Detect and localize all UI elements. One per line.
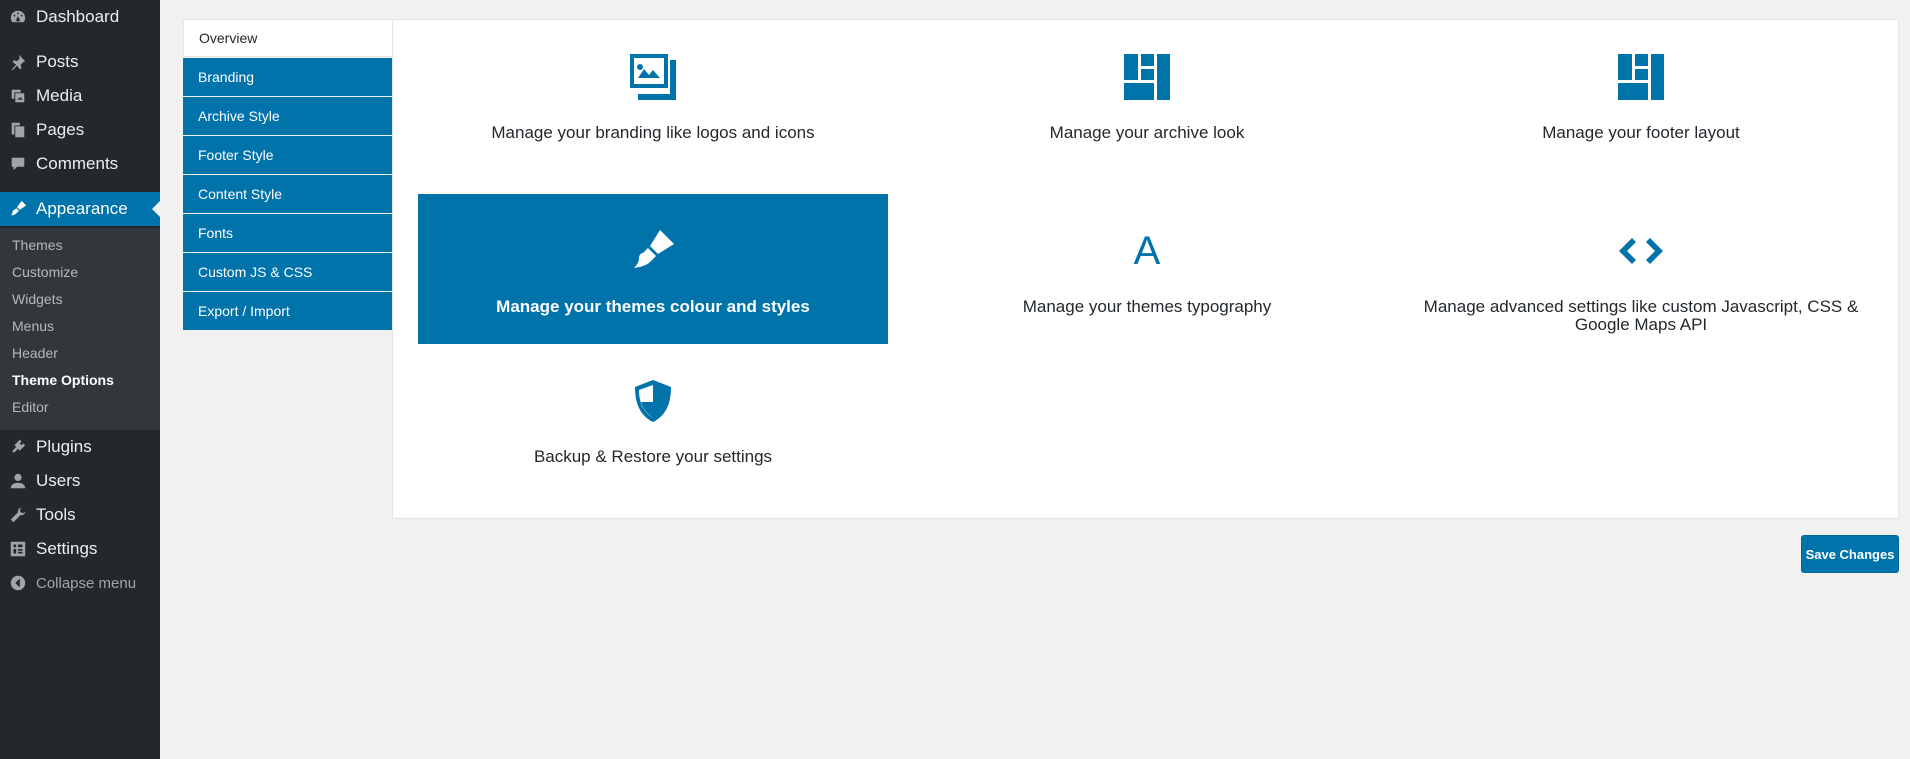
card-label: Manage your branding like logos and icon… [491, 123, 815, 142]
tab-archive-style[interactable]: Archive Style [183, 97, 392, 135]
submenu-item-header[interactable]: Header [12, 342, 58, 364]
sidebar-item-dashboard[interactable]: Dashboard [0, 0, 160, 34]
sidebar-item-settings[interactable]: Settings [0, 532, 160, 566]
wrench-icon [8, 505, 28, 525]
submenu-item-theme-options[interactable]: Theme Options [12, 369, 114, 391]
sidebar-item-label: Dashboard [36, 7, 120, 26]
sidebar-item-tools[interactable]: Tools [0, 498, 160, 532]
collapse-menu-button[interactable]: Collapse menu [0, 566, 160, 600]
sidebar-item-label: Posts [36, 52, 79, 71]
card-label: Backup & Restore your settings [533, 447, 773, 466]
sidebar-item-label: Comments [36, 154, 119, 173]
sidebar-item-label: Media [36, 86, 83, 105]
card-branding[interactable]: Manage your branding like logos and icon… [418, 20, 888, 170]
sidebar-item-appearance[interactable]: Appearance [0, 192, 160, 226]
card-label: Manage your archive look [1049, 123, 1245, 142]
layout-icon [1616, 52, 1666, 102]
tab-custom-js-css[interactable]: Custom JS & CSS [183, 253, 392, 291]
overview-panel: Manage your branding like logos and icon… [392, 19, 1899, 519]
tab-export-import[interactable]: Export / Import [183, 292, 392, 330]
tab-branding[interactable]: Branding [183, 58, 392, 96]
submenu-item-menus[interactable]: Menus [12, 315, 54, 337]
sidebar-item-posts[interactable]: Posts [0, 45, 160, 79]
card-footer[interactable]: Manage your footer layout [1406, 20, 1876, 170]
settings-icon [8, 539, 28, 559]
sidebar-item-label: Plugins [36, 437, 92, 456]
card-colour-styles[interactable]: Manage your themes colour and styles [418, 194, 888, 344]
card-label: Manage advanced settings like custom Jav… [1423, 297, 1859, 334]
card-label: Manage your footer layout [1542, 123, 1740, 142]
save-changes-button[interactable]: Save Changes [1801, 535, 1899, 573]
card-label: Manage your themes typography [1022, 297, 1272, 316]
sidebar-item-users[interactable]: Users [0, 464, 160, 498]
media-icon [8, 86, 28, 106]
submenu-item-editor[interactable]: Editor [12, 396, 49, 418]
user-icon [8, 471, 28, 491]
card-archive[interactable]: Manage your archive look [912, 20, 1382, 170]
submenu-item-customize[interactable]: Customize [12, 261, 78, 283]
sidebar-item-label: Settings [36, 539, 98, 558]
sidebar-item-plugins[interactable]: Plugins [0, 430, 160, 464]
card-typography[interactable]: A Manage your themes typography [912, 194, 1382, 344]
admin-sidebar: Dashboard Posts Media Pages Comments App… [0, 0, 160, 759]
submenu-item-themes[interactable]: Themes [12, 234, 63, 256]
plug-icon [8, 437, 28, 457]
sidebar-item-pages[interactable]: Pages [0, 113, 160, 147]
sidebar-item-label: Pages [36, 120, 85, 139]
tab-content-style[interactable]: Content Style [183, 175, 392, 213]
card-label: Manage your themes colour and styles [496, 297, 810, 316]
shield-icon [628, 376, 678, 426]
pin-icon [8, 52, 28, 72]
typography-glyph: A [1133, 229, 1161, 273]
brush-icon [8, 199, 28, 219]
tab-footer-style[interactable]: Footer Style [183, 136, 392, 174]
tab-overview[interactable]: Overview [183, 19, 392, 57]
layout-icon [1122, 52, 1172, 102]
sidebar-item-label: Tools [36, 505, 76, 524]
tab-fonts[interactable]: Fonts [183, 214, 392, 252]
options-tabs: Overview Branding Archive Style Footer S… [183, 19, 392, 331]
card-backup-restore[interactable]: Backup & Restore your settings [418, 344, 888, 494]
collapse-icon [8, 573, 28, 593]
sidebar-item-label: Users [36, 471, 81, 490]
appearance-submenu: Themes Customize Widgets Menus Header Th… [0, 228, 160, 430]
sidebar-item-media[interactable]: Media [0, 79, 160, 113]
sidebar-item-label: Collapse menu [36, 574, 137, 592]
pages-icon [8, 120, 28, 140]
code-icon [1616, 226, 1666, 276]
sidebar-item-label: Appearance [36, 199, 128, 218]
paintbrush-icon [628, 226, 678, 276]
sidebar-item-comments[interactable]: Comments [0, 147, 160, 181]
letter-icon: A [1122, 226, 1172, 276]
comment-icon [8, 154, 28, 174]
submenu-item-widgets[interactable]: Widgets [12, 288, 63, 310]
images-icon [628, 52, 678, 102]
card-advanced[interactable]: Manage advanced settings like custom Jav… [1406, 194, 1876, 344]
dashboard-icon [8, 7, 28, 27]
